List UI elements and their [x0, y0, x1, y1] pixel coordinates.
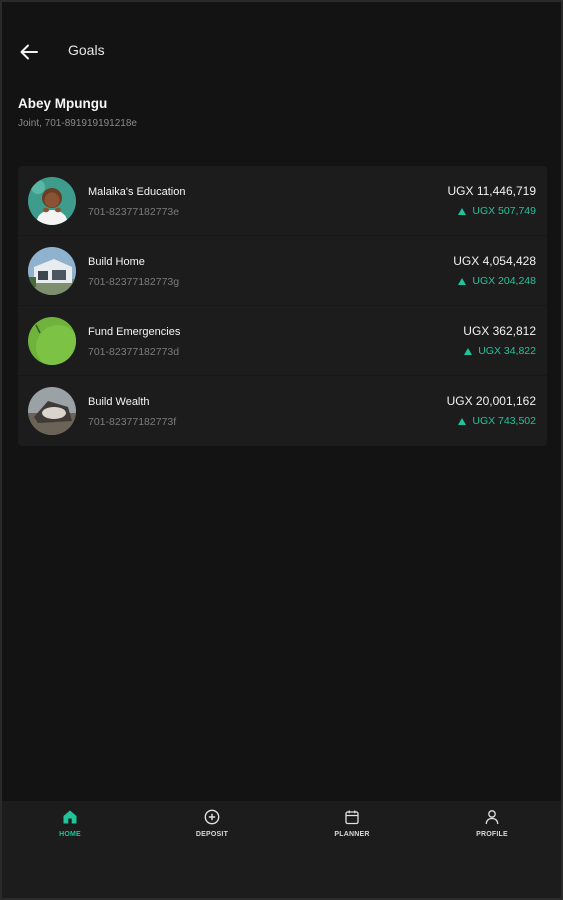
goal-item-home[interactable]: Build Home 701-82377182773g UGX 4,054,42… — [18, 236, 547, 306]
nav-label: HOME — [59, 831, 81, 838]
back-button[interactable] — [16, 39, 42, 65]
nav-planner[interactable]: PLANNER — [307, 809, 397, 859]
goals-list: Malaika's Education 701-82377182773e UGX… — [18, 166, 547, 446]
trend-up-icon — [458, 207, 467, 215]
goal-change-value: UGX 743,502 — [472, 415, 536, 427]
account-summary: Abey Mpungu Joint, 701-891919191218e — [18, 96, 137, 129]
goal-account-number: 701-82377182773e — [88, 206, 180, 218]
goal-name: Malaika's Education — [88, 186, 186, 198]
goal-balance: UGX 4,054,428 — [453, 254, 536, 268]
nav-label: PLANNER — [334, 831, 370, 838]
goal-avatar — [28, 247, 76, 295]
goal-change-value: UGX 507,749 — [472, 205, 536, 217]
app-header: Goals — [2, 2, 561, 98]
page-title: Goals — [68, 42, 105, 58]
plus-circle-icon — [204, 809, 220, 825]
goal-change: UGX 204,248 — [458, 275, 536, 287]
home-icon — [63, 810, 77, 824]
nav-home[interactable]: HOME — [25, 809, 115, 859]
goal-avatar — [28, 387, 76, 435]
account-number: Joint, 701-891919191218e — [18, 118, 137, 129]
goal-item-emergencies[interactable]: Fund Emergencies 701-82377182773d UGX 36… — [18, 306, 547, 376]
goal-balance: UGX 20,001,162 — [446, 394, 536, 408]
goal-avatar — [28, 317, 76, 365]
nav-profile[interactable]: PROFILE — [447, 809, 537, 859]
arrow-left-icon — [20, 44, 38, 60]
user-icon — [485, 810, 499, 825]
goal-change: UGX 507,749 — [458, 205, 536, 217]
goal-name: Build Home — [88, 256, 145, 268]
calendar-icon — [345, 810, 359, 825]
trend-up-icon — [458, 277, 467, 285]
account-holder-name: Abey Mpungu — [18, 96, 108, 111]
goal-change: UGX 743,502 — [458, 415, 536, 427]
goal-change-value: UGX 34,822 — [478, 345, 536, 357]
goal-balance: UGX 362,812 — [463, 324, 536, 338]
goals-screen: Goals Abey Mpungu Joint, 701-89191919121… — [2, 2, 561, 898]
goal-avatar — [28, 177, 76, 225]
nav-label: DEPOSIT — [195, 831, 229, 838]
goal-item-wealth[interactable]: Build Wealth 701-82377182773f UGX 20,001… — [18, 376, 547, 446]
trend-up-icon — [458, 417, 467, 425]
nav-deposit[interactable]: DEPOSIT — [167, 809, 257, 859]
goal-balance: UGX 11,446,719 — [447, 184, 536, 198]
nav-label: PROFILE — [476, 831, 508, 838]
bottom-navigation: HOME DEPOSIT PLANNER PROFILE — [2, 801, 561, 898]
goal-account-number: 701-82377182773f — [88, 416, 177, 428]
trend-up-icon — [464, 347, 473, 355]
goal-account-number: 701-82377182773g — [88, 276, 180, 288]
goal-account-number: 701-82377182773d — [88, 346, 180, 358]
goal-change: UGX 34,822 — [464, 345, 536, 357]
goal-change-value: UGX 204,248 — [472, 275, 536, 287]
goal-name: Fund Emergencies — [88, 326, 181, 338]
goal-item-education[interactable]: Malaika's Education 701-82377182773e UGX… — [18, 166, 547, 236]
goal-name: Build Wealth — [88, 396, 150, 408]
